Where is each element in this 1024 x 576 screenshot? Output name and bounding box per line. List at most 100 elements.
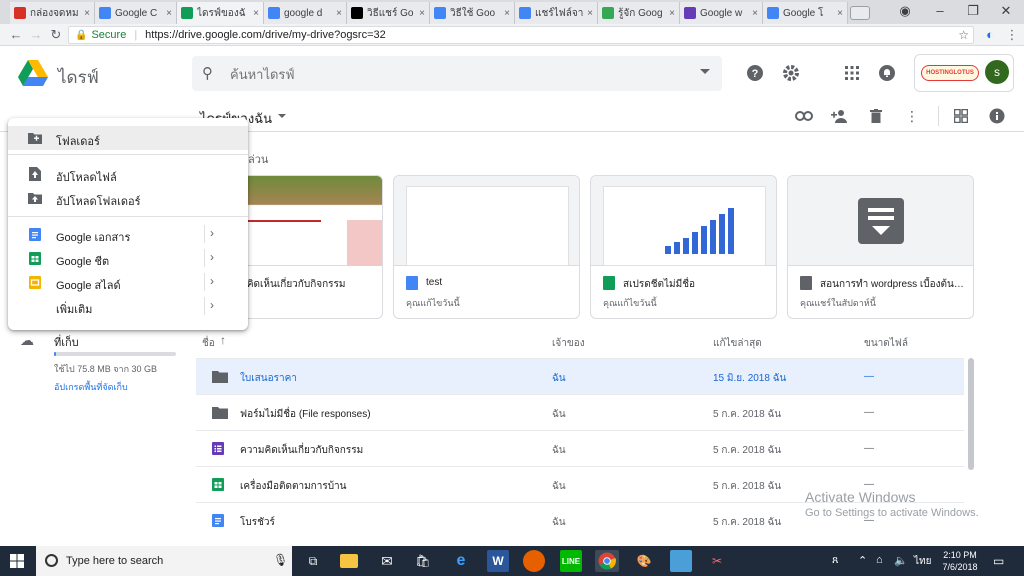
table-row[interactable]: ใบเสนอราคา ฉัน 15 มิ.ย. 2018 ฉัน — <box>196 358 964 394</box>
column-name-header[interactable]: ชื่อ <box>202 336 215 351</box>
windows-start-icon[interactable] <box>10 554 24 568</box>
edge-icon[interactable]: e <box>450 550 472 572</box>
close-tab-icon[interactable]: × <box>504 8 510 19</box>
search-icon[interactable]: ⚲ <box>202 64 213 82</box>
file-modified: 5 ก.ค. 2018 ฉัน <box>713 445 782 456</box>
bookmark-star-icon[interactable]: ☆ <box>958 28 969 42</box>
chrome-menu-icon[interactable]: ⋮ <box>1004 27 1020 43</box>
search-input[interactable] <box>230 64 670 84</box>
minimize-icon[interactable]: – <box>925 3 955 18</box>
browser-tab[interactable]: แชร์ไฟล์จา × <box>515 2 598 24</box>
column-owner-header[interactable]: เจ้าของ <box>552 336 585 351</box>
column-modified-header[interactable]: แก้ไขล่าสุด <box>713 336 762 351</box>
tray-chevron-up-icon[interactable]: ⌃ <box>858 554 867 567</box>
quick-access-card[interactable]: test คุณแก้ไขวันนี้ <box>393 175 580 319</box>
more-options-icon[interactable]: ⋮ <box>903 107 921 125</box>
store-icon[interactable]: 🛍 <box>412 550 434 572</box>
forward-icon[interactable]: → <box>28 27 44 43</box>
menu-item-google-slides[interactable]: Google สไลด์ › <box>8 270 248 294</box>
close-window-icon[interactable]: ✕ <box>991 3 1021 19</box>
cloud-storage-icon[interactable]: ☁ <box>20 332 34 349</box>
drive-brand[interactable]: ไดรฟ์ <box>58 64 99 91</box>
browser-tab[interactable]: วิธีใช้ Goo × <box>430 2 515 24</box>
browser-tab[interactable]: Google w × <box>680 2 763 24</box>
new-tab-button[interactable] <box>850 6 870 20</box>
back-icon[interactable]: ← <box>8 27 24 43</box>
close-tab-icon[interactable]: × <box>253 8 259 19</box>
quick-access-reason: คุณแก้ไขวันนี้ <box>603 298 657 308</box>
omnibox[interactable]: 🔒 Secure | https://drive.google.com/driv… <box>68 26 974 44</box>
extension-icon[interactable]: ◐ <box>982 27 998 43</box>
column-size-header[interactable]: ขนาดไฟล์ <box>864 336 908 351</box>
table-row[interactable]: ฟอร์มไม่มีชื่อ (File responses) ฉัน 5 ก.ค.… <box>196 394 964 430</box>
search-options-icon[interactable] <box>700 69 710 74</box>
menu-item-more[interactable]: เพิ่มเติม › <box>8 294 248 318</box>
browser-tab[interactable]: ไดรฟ์ของฉั × <box>177 2 264 24</box>
microphone-icon[interactable]: 🎙 <box>273 553 288 567</box>
sort-arrow-up-icon[interactable]: ↑ <box>220 333 226 347</box>
restore-icon[interactable]: ❐ <box>958 3 988 19</box>
close-tab-icon[interactable]: × <box>837 8 843 19</box>
browser-tab[interactable]: กล่องจดหม × <box>10 2 95 24</box>
breadcrumb-dropdown-icon[interactable] <box>278 114 286 118</box>
help-icon[interactable]: ? <box>746 64 764 82</box>
snipping-tool-icon[interactable]: ✂ <box>706 550 728 572</box>
volume-muted-icon[interactable]: 🔈 <box>894 554 908 567</box>
menu-item-google-docs[interactable]: Google เอกสาร › <box>8 222 248 246</box>
people-icon[interactable]: ጸ <box>832 554 838 567</box>
share-add-person-icon[interactable] <box>831 107 849 125</box>
scrollbar[interactable] <box>968 358 974 470</box>
chrome-icon[interactable] <box>595 550 619 572</box>
browser-tab[interactable]: วิธีแชร์ Go × <box>347 2 430 24</box>
chevron-right-icon: › <box>210 298 214 312</box>
file-explorer-icon[interactable] <box>340 554 358 568</box>
close-tab-icon[interactable]: × <box>419 8 425 19</box>
browser-tab[interactable]: Google C × <box>95 2 177 24</box>
menu-item-new-folder[interactable]: โฟลเดอร์ <box>8 126 248 150</box>
close-tab-icon[interactable]: × <box>166 8 172 19</box>
line-icon[interactable]: LINE <box>560 550 582 572</box>
user-profile-icon[interactable]: ◉ <box>890 3 920 19</box>
menu-item-upload-folder[interactable]: อัปโหลดโฟลเดอร์ <box>8 186 248 210</box>
network-icon[interactable]: ⌂ <box>876 554 883 566</box>
tab-title: วิธีแชร์ Go <box>367 7 414 19</box>
language-indicator[interactable]: ไทย <box>914 554 931 569</box>
menu-item-google-sheets[interactable]: Google ชีต › <box>8 246 248 270</box>
browser-tab[interactable]: รู้จัก Goog × <box>598 2 680 24</box>
activate-windows-title: Activate Windows <box>805 489 916 505</box>
menu-item-upload-file[interactable]: อัปโหลดไฟล์ <box>8 162 248 186</box>
close-tab-icon[interactable]: × <box>752 8 758 19</box>
mail-icon[interactable]: ✉ <box>376 550 398 572</box>
close-tab-icon[interactable]: × <box>669 8 675 19</box>
close-tab-icon[interactable]: × <box>587 8 593 19</box>
storage-label[interactable]: ที่เก็บ <box>54 333 79 351</box>
details-info-icon[interactable] <box>988 107 1006 125</box>
apps-grid-icon[interactable] <box>843 64 861 82</box>
taskbar-clock[interactable]: 2:10 PM 7/6/2018 <box>938 549 982 573</box>
browser-tab[interactable]: google d × <box>264 2 347 24</box>
close-tab-icon[interactable]: × <box>84 8 90 19</box>
search-box[interactable]: ⚲ <box>192 56 722 91</box>
table-row[interactable]: ความคิดเห็นเกี่ยวกับกิจกรรม ฉัน 5 ก.ค. 201… <box>196 430 964 466</box>
get-link-icon[interactable] <box>795 107 813 125</box>
word-icon[interactable]: W <box>487 550 509 572</box>
google-drive-logo-icon[interactable] <box>18 60 48 86</box>
taskbar-search-box[interactable]: Type here to search 🎙 <box>36 546 292 576</box>
paint-icon[interactable]: 🎨 <box>633 550 655 572</box>
avatar[interactable]: s <box>985 60 1009 84</box>
grid-view-icon[interactable] <box>952 107 970 125</box>
close-tab-icon[interactable]: × <box>336 8 342 19</box>
notifications-bell-icon[interactable] <box>878 64 896 82</box>
upgrade-storage-link[interactable]: อัปเกรดพื้นที่จัดเก็บ <box>54 380 128 394</box>
reload-icon[interactable]: ↻ <box>48 27 64 43</box>
settings-gear-icon[interactable] <box>782 64 800 82</box>
quick-access-card[interactable]: สเปรดชีตไม่มีชื่อ คุณแก้ไขวันนี้ <box>590 175 777 319</box>
task-view-icon[interactable]: ⧉ <box>302 550 324 572</box>
account-switcher[interactable]: HOSTINGLOTUS s <box>914 54 1014 92</box>
action-center-icon[interactable]: ▭ <box>993 554 1004 568</box>
trash-icon[interactable] <box>867 107 885 125</box>
browser-tab[interactable]: Google โ × <box>763 2 848 24</box>
quick-access-card[interactable]: สอนการทำ wordpress เบื้องต้น.r... คุณแชร์… <box>787 175 974 319</box>
firefox-icon[interactable] <box>523 550 545 572</box>
app-icon[interactable] <box>670 550 692 572</box>
